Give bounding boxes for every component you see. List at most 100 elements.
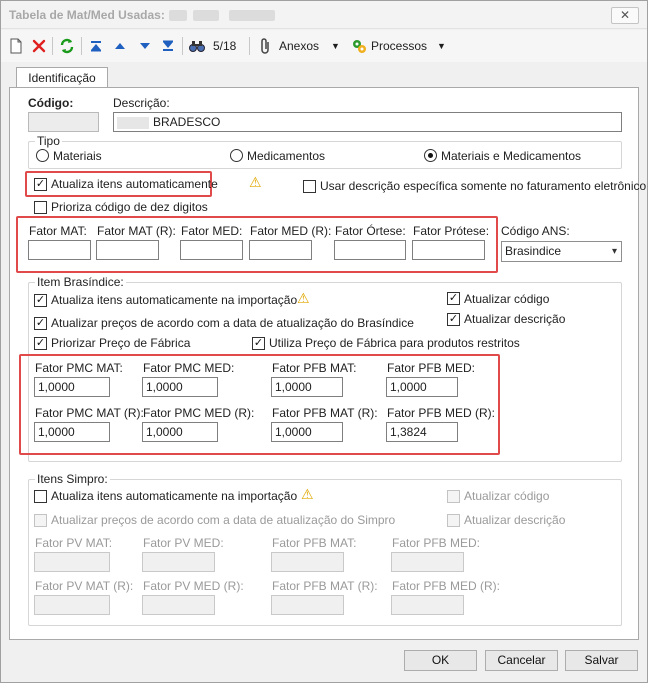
pfb-mat-field[interactable]: 1,0000 xyxy=(271,377,343,397)
simpro-pfb-med-field[interactable] xyxy=(391,552,464,572)
pv-med-label: Fator PV MED: xyxy=(143,536,224,550)
chevron-down-icon: ▼ xyxy=(437,41,446,51)
bras-atualizar-codigo-checkbox[interactable]: ✓ xyxy=(447,292,460,305)
fator-mat-r-label: Fator MAT (R): xyxy=(97,224,176,238)
ok-button[interactable]: OK xyxy=(404,650,477,671)
new-button[interactable] xyxy=(9,36,23,56)
pmc-med-field[interactable]: 1,0000 xyxy=(142,377,218,397)
fator-ortese-field[interactable] xyxy=(334,240,406,260)
first-record-button[interactable] xyxy=(89,36,103,56)
delete-icon xyxy=(32,39,46,53)
pmc-med-label: Fator PMC MED: xyxy=(143,361,235,375)
processos-button[interactable]: Processos ▼ xyxy=(351,36,446,56)
simpro-pfb-mat-field[interactable] xyxy=(271,552,344,572)
radio-materiais-e-medicamentos[interactable] xyxy=(424,149,437,162)
radio-materiais[interactable] xyxy=(36,149,49,162)
pmc-mat-field[interactable]: 1,0000 xyxy=(34,377,110,397)
last-record-button[interactable] xyxy=(161,36,175,56)
delete-button[interactable] xyxy=(32,36,46,56)
fator-ortese-label: Fator Órtese: xyxy=(335,224,406,238)
chevron-down-icon: ▾ xyxy=(611,246,617,257)
pv-mat-r-label: Fator PV MAT (R): xyxy=(35,579,134,593)
simpro-pfb-med-r-label: Fator PFB MED (R): xyxy=(392,579,501,593)
radio-materiais-label: Materiais xyxy=(53,149,102,163)
prioriza-codigo-checkbox[interactable] xyxy=(34,201,47,214)
pmc-med-r-field[interactable]: 1,0000 xyxy=(142,422,218,442)
warning-icon: ⚠ xyxy=(297,290,310,306)
bras-priorizar-preco-checkbox[interactable]: ✓ xyxy=(34,337,47,350)
codigo-ans-value: Brasindice xyxy=(505,244,562,258)
pfb-mat-r-field[interactable]: 1,0000 xyxy=(271,422,343,442)
processos-label: Processos xyxy=(371,39,428,53)
bras-atualizar-descricao-label: Atualizar descrição xyxy=(464,312,566,326)
tipo-label: Tipo xyxy=(35,134,62,148)
redacted-title-part xyxy=(193,10,219,21)
radio-medicamentos[interactable] xyxy=(230,149,243,162)
last-record-icon xyxy=(163,40,173,51)
simpro-atualizar-codigo-label: Atualizar código xyxy=(464,489,550,503)
tab-identificacao[interactable]: Identificação xyxy=(16,67,108,88)
atualiza-itens-checkbox[interactable]: ✓ xyxy=(34,178,47,191)
simpro-label: Itens Simpro: xyxy=(35,472,110,486)
radio-materiais-e-medicamentos-label: Materiais e Medicamentos xyxy=(441,149,582,163)
descricao-field[interactable]: BRADESCO xyxy=(113,112,622,132)
anexos-button[interactable]: Anexos ▼ xyxy=(259,36,340,56)
bras-atualiza-importacao-label: Atualiza itens automaticamente na import… xyxy=(51,293,298,307)
close-icon: ✕ xyxy=(619,8,631,22)
fator-med-r-field[interactable] xyxy=(249,240,312,260)
first-record-icon xyxy=(91,41,101,52)
find-button[interactable] xyxy=(189,36,205,56)
close-button[interactable]: ✕ xyxy=(611,7,639,24)
codigo-ans-select[interactable]: Brasindice ▾ xyxy=(501,241,622,262)
binoculars-icon xyxy=(189,41,205,52)
codigo-field[interactable] xyxy=(28,112,99,132)
bras-atualizar-precos-checkbox[interactable]: ✓ xyxy=(34,317,47,330)
prioriza-codigo-label: Prioriza código de dez digitos xyxy=(51,200,208,214)
fator-med-field[interactable] xyxy=(180,240,243,260)
pv-med-field[interactable] xyxy=(142,552,215,572)
simpro-atualiza-importacao-checkbox[interactable] xyxy=(34,490,47,503)
pmc-mat-r-label: Fator PMC MAT (R): xyxy=(35,406,144,420)
title-bar: Tabela de Mat/Med Usadas: ✕ xyxy=(1,1,647,29)
fator-med-label: Fator MED: xyxy=(181,224,243,238)
usar-descricao-checkbox[interactable] xyxy=(303,180,316,193)
pmc-mat-r-field[interactable]: 1,0000 xyxy=(34,422,110,442)
simpro-pfb-med-r-field[interactable] xyxy=(391,595,464,615)
usar-descricao-label: Usar descrição específica somente no fat… xyxy=(320,179,647,193)
next-record-button[interactable] xyxy=(138,36,152,56)
pmc-mat-label: Fator PMC MAT: xyxy=(35,361,123,375)
salvar-button[interactable]: Salvar xyxy=(565,650,638,671)
pfb-med-r-field[interactable]: 1,3824 xyxy=(386,422,458,442)
cancelar-button[interactable]: Cancelar xyxy=(485,650,558,671)
window-title: Tabela de Mat/Med Usadas: xyxy=(9,8,165,22)
previous-record-icon xyxy=(115,43,125,49)
bras-atualizar-descricao-checkbox[interactable]: ✓ xyxy=(447,313,460,326)
pfb-med-field[interactable]: 1,0000 xyxy=(386,377,458,397)
simpro-atualizar-precos-checkbox[interactable] xyxy=(34,514,47,527)
bras-utiliza-preco-checkbox[interactable]: ✓ xyxy=(252,337,265,350)
refresh-button[interactable] xyxy=(59,36,75,56)
pv-mat-field[interactable] xyxy=(34,552,110,572)
atualiza-itens-label: Atualiza itens automaticamente xyxy=(51,177,218,191)
fator-mat-r-field[interactable] xyxy=(96,240,159,260)
pmc-med-r-label: Fator PMC MED (R): xyxy=(143,406,255,420)
redacted-text xyxy=(117,116,149,129)
warning-icon: ⚠ xyxy=(249,174,262,190)
descricao-label: Descrição: xyxy=(113,96,170,110)
simpro-atualizar-codigo-checkbox[interactable] xyxy=(447,490,460,503)
fator-protese-field[interactable] xyxy=(412,240,485,260)
warning-icon: ⚠ xyxy=(301,486,314,502)
pfb-mat-label: Fator PFB MAT: xyxy=(272,361,357,375)
radio-medicamentos-label: Medicamentos xyxy=(247,149,326,163)
simpro-atualizar-descricao-checkbox[interactable] xyxy=(447,514,460,527)
previous-record-button[interactable] xyxy=(113,36,127,56)
fator-mat-field[interactable] xyxy=(28,240,91,260)
simpro-pfb-mat-r-field[interactable] xyxy=(271,595,344,615)
pv-med-r-field[interactable] xyxy=(142,595,215,615)
bras-atualizar-codigo-label: Atualizar código xyxy=(464,292,550,306)
redacted-title-part xyxy=(229,10,275,21)
brasindice-label: Item Brasíndice: xyxy=(35,275,126,289)
pv-mat-r-field[interactable] xyxy=(34,595,110,615)
bras-atualiza-importacao-checkbox[interactable]: ✓ xyxy=(34,294,47,307)
descricao-value: BRADESCO xyxy=(153,115,221,129)
